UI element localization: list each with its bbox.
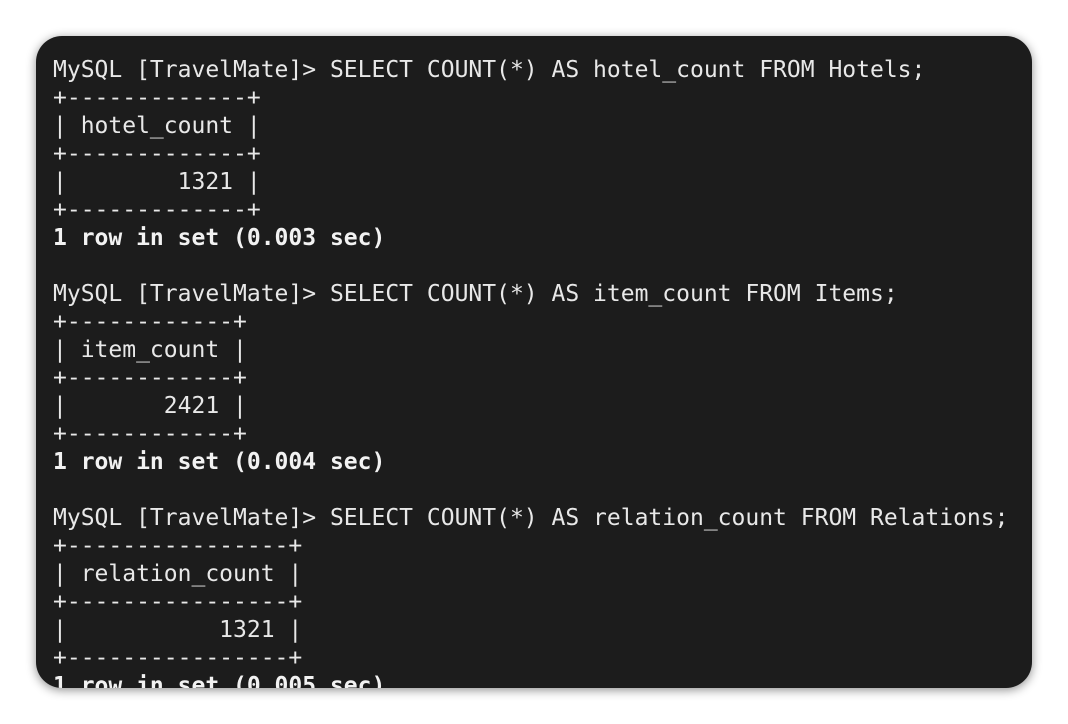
table-border-line: +------------+ (53, 309, 247, 335)
sql-prompt-line: MySQL [TravelMate]> SELECT COUNT(*) AS i… (53, 281, 898, 307)
table-border-line: +-------------+ (53, 197, 261, 223)
table-border-line: +----------------+ (53, 589, 303, 615)
sql-prompt-line: MySQL [TravelMate]> SELECT COUNT(*) AS r… (53, 505, 1009, 531)
result-status-line: 1 row in set (0.003 sec) (53, 225, 386, 251)
table-border-line: +----------------+ (53, 533, 303, 559)
table-border-line: +-------------+ (53, 141, 261, 167)
table-header-line: | relation_count | (53, 561, 303, 587)
table-border-line: +-------------+ (53, 85, 261, 111)
table-border-line: +----------------+ (53, 645, 303, 671)
table-value-line: | 1321 | (53, 169, 261, 195)
table-border-line: +------------+ (53, 421, 247, 447)
terminal-window[interactable]: MySQL [TravelMate]> SELECT COUNT(*) AS h… (36, 36, 1032, 688)
table-header-line: | item_count | (53, 337, 247, 363)
table-value-line: | 2421 | (53, 393, 247, 419)
table-header-line: | hotel_count | (53, 113, 261, 139)
table-value-line: | 1321 | (53, 617, 303, 643)
result-status-line: 1 row in set (0.005 sec) (53, 673, 386, 688)
result-status-line: 1 row in set (0.004 sec) (53, 449, 386, 475)
sql-prompt-line: MySQL [TravelMate]> SELECT COUNT(*) AS h… (53, 57, 926, 83)
table-border-line: +------------+ (53, 365, 247, 391)
terminal-output: MySQL [TravelMate]> SELECT COUNT(*) AS h… (53, 36, 1008, 688)
